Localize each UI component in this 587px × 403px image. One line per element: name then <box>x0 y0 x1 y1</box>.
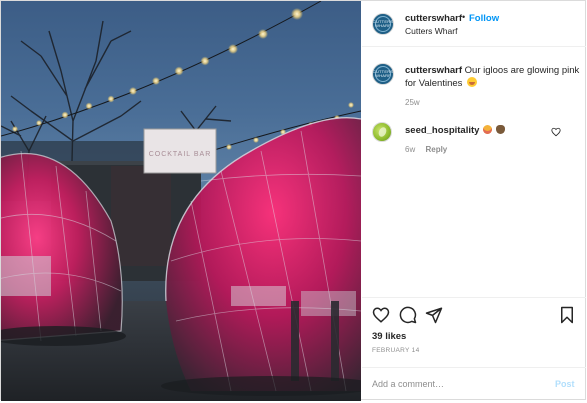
heart-eyes-face-icon <box>483 125 493 134</box>
share-icon[interactable] <box>425 306 443 324</box>
caption-username[interactable]: cutterswharf <box>405 65 462 76</box>
post-card: COCKTAIL BAR CUTTERS WHARF cutterswharf … <box>0 0 586 401</box>
comment: seed_hospitality <box>405 125 505 136</box>
post-button[interactable]: Post <box>555 379 575 389</box>
follow-button[interactable]: Follow <box>469 13 499 24</box>
separator-dot: • <box>462 12 466 22</box>
igloo-scene: COCKTAIL BAR <box>1 1 361 401</box>
post-photo[interactable]: COCKTAIL BAR <box>1 1 361 401</box>
comment-icon[interactable] <box>399 306 417 324</box>
avatar-logo: CUTTERS WHARF <box>373 16 393 32</box>
add-comment-bar: Post <box>362 367 586 401</box>
location-link[interactable]: Cutters Wharf <box>405 26 457 36</box>
avatar[interactable]: CUTTERS WHARF <box>372 13 394 35</box>
post-sidebar: CUTTERS WHARF cutterswharf • Follow Cutt… <box>362 1 586 401</box>
likes-count[interactable]: 39 likes <box>372 331 406 342</box>
comment-like-heart-icon[interactable] <box>551 127 561 137</box>
sign-text: COCKTAIL BAR <box>149 151 212 158</box>
bookmark-icon[interactable] <box>558 306 576 324</box>
comment-timestamp[interactable]: 6w <box>405 145 415 154</box>
action-bar: 39 likes FEBRUARY 14 <box>362 297 586 367</box>
comment-avatar[interactable] <box>372 122 392 142</box>
comment-meta: 6w Reply <box>405 145 447 154</box>
caption-timestamp[interactable]: 25w <box>405 98 420 107</box>
avatar-logo: CUTTERS WHARF <box>373 66 393 82</box>
heart-icon[interactable] <box>372 306 390 324</box>
bag-icon <box>495 125 505 134</box>
post-date[interactable]: FEBRUARY 14 <box>372 347 420 354</box>
add-comment-input[interactable] <box>372 379 542 389</box>
post-header: CUTTERS WHARF cutterswharf • Follow Cutt… <box>362 1 586 47</box>
reply-button[interactable]: Reply <box>425 145 447 154</box>
caption: cutterswharf Our igloos are glowing pink… <box>405 64 581 90</box>
comment-username[interactable]: seed_hospitality <box>405 125 479 136</box>
caption-avatar[interactable]: CUTTERS WHARF <box>372 63 394 85</box>
header-username[interactable]: cutterswharf <box>405 13 462 24</box>
blushing-face-icon <box>467 77 478 87</box>
